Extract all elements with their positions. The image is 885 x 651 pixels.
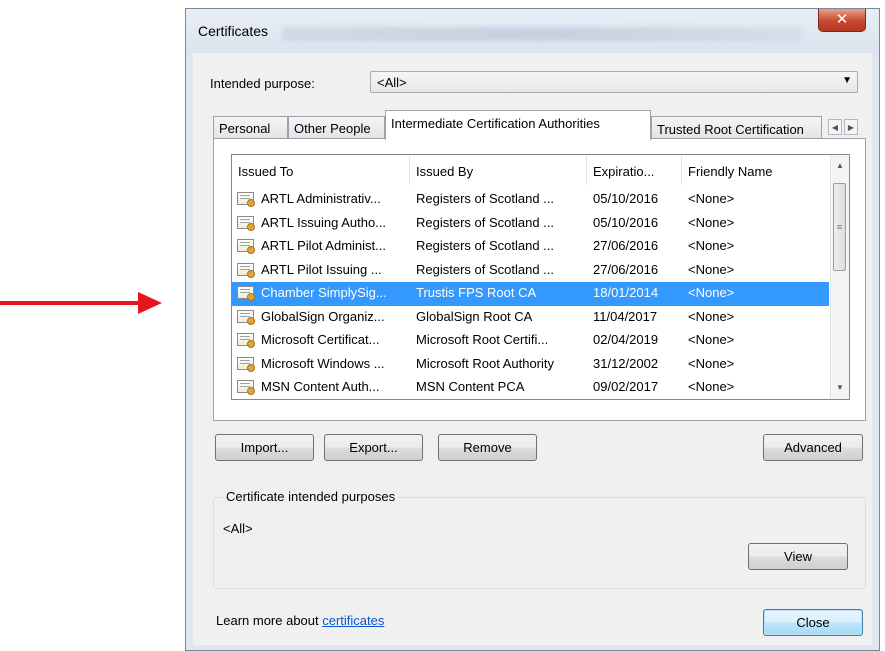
cell-issued-by: Trustis FPS Root CA xyxy=(416,285,537,300)
tab-scroll-right-icon[interactable]: ▶ xyxy=(844,119,858,135)
cell-issued-to: ARTL Pilot Issuing ... xyxy=(261,261,382,277)
cell-expiration: 09/02/2017 xyxy=(593,379,659,394)
certificate-icon xyxy=(237,262,255,278)
certificate-icon xyxy=(237,192,255,207)
column-header-issued-to[interactable]: Issued To xyxy=(232,155,410,185)
tab-intermediate-certification-authorities[interactable]: Intermediate Certification Authorities xyxy=(385,110,651,140)
cell-issued-to: Microsoft Certificat... xyxy=(261,332,380,347)
intended-purposes-title: Certificate intended purposes xyxy=(223,489,399,504)
cell-issued-by: Microsoft Root Certifi... xyxy=(416,332,549,347)
cell-issued-to: ARTL Pilot Administ... xyxy=(261,238,386,253)
view-button[interactable]: View xyxy=(748,543,848,570)
red-arrow-head-icon xyxy=(138,292,162,314)
intended-purpose-label: Intended purpose: xyxy=(210,76,315,91)
column-header-friendly-name[interactable]: Friendly Name xyxy=(682,155,829,185)
table-row[interactable]: Microsoft Windows ... Microsoft Root Aut… xyxy=(232,353,829,377)
tab-other-people[interactable]: Other People xyxy=(288,116,385,138)
cell-issued-by: Registers of Scotland ... xyxy=(416,191,555,206)
tab-personal[interactable]: Personal xyxy=(213,116,288,138)
cell-friendly-name: <None> xyxy=(688,285,735,300)
certificate-icon xyxy=(237,309,255,325)
certificates-dialog: Certificates ✕ Intended purpose: <All> ▼… xyxy=(185,8,880,651)
cell-issued-to: ARTL Administrativ... xyxy=(261,191,381,206)
close-button[interactable]: Close xyxy=(763,609,863,636)
tab-trusted-root-certification[interactable]: Trusted Root Certification xyxy=(651,116,822,138)
cell-expiration: 11/04/2017 xyxy=(593,308,658,324)
cell-issued-to: GlobalSign Organiz... xyxy=(261,308,385,324)
cell-expiration: 05/10/2016 xyxy=(593,214,659,230)
learn-more-prefix: Learn more about xyxy=(216,613,323,628)
cell-expiration: 27/06/2016 xyxy=(593,238,659,253)
cell-expiration: 02/04/2019 xyxy=(593,332,659,347)
certificate-icon xyxy=(237,239,255,254)
tab-panel: Issued To Issued By Expiratio... Friendl… xyxy=(213,138,866,421)
dialog-title: Certificates xyxy=(198,23,269,39)
cell-friendly-name: <None> xyxy=(688,214,735,230)
intended-purpose-select[interactable]: <All> ▼ xyxy=(370,71,858,93)
certificate-icon xyxy=(237,333,255,348)
table-row[interactable]: GlobalSign Organiz... GlobalSign Root CA… xyxy=(232,306,829,330)
cell-friendly-name: <None> xyxy=(688,332,735,347)
import-button[interactable]: Import... xyxy=(215,434,314,461)
cell-friendly-name: <None> xyxy=(688,191,735,206)
table-row[interactable]: ARTL Pilot Administ... Registers of Scot… xyxy=(232,235,829,259)
intended-purposes-value: <All> xyxy=(223,521,253,536)
dialog-content: Intended purpose: <All> ▼ Personal Other… xyxy=(193,53,872,645)
cell-issued-by: GlobalSign Root CA xyxy=(416,308,533,324)
certificates-link[interactable]: certificates xyxy=(322,613,384,628)
list-rows: ARTL Administrativ... Registers of Scotl… xyxy=(232,188,829,399)
intended-purpose-value: <All> xyxy=(377,75,407,90)
table-row[interactable]: MSN Content Auth... MSN Content PCA 09/0… xyxy=(232,376,829,399)
cell-friendly-name: <None> xyxy=(688,261,735,277)
column-header-expiration[interactable]: Expiratio... xyxy=(587,155,682,185)
table-row[interactable]: ARTL Pilot Issuing ... Registers of Scot… xyxy=(232,259,829,283)
cell-friendly-name: <None> xyxy=(688,238,735,253)
advanced-button[interactable]: Advanced xyxy=(763,434,863,461)
certificate-icon xyxy=(237,380,255,395)
certificate-list[interactable]: Issued To Issued By Expiratio... Friendl… xyxy=(231,154,850,400)
vertical-scrollbar[interactable]: ▲ ≡ ▼ xyxy=(830,155,849,399)
learn-more-text: Learn more about certificates xyxy=(216,613,384,628)
column-header-issued-by[interactable]: Issued By xyxy=(410,155,587,185)
cell-friendly-name: <None> xyxy=(688,308,735,324)
scroll-down-icon[interactable]: ▼ xyxy=(833,381,847,395)
chevron-down-icon: ▼ xyxy=(842,75,852,86)
title-bar: Certificates ✕ xyxy=(186,9,879,53)
scroll-up-icon[interactable]: ▲ xyxy=(833,159,847,173)
cell-expiration: 18/01/2014 xyxy=(593,285,659,300)
cell-issued-by: Registers of Scotland ... xyxy=(416,261,555,277)
red-arrow-icon xyxy=(0,301,140,305)
certificate-icon xyxy=(237,286,255,301)
background-tabs-blur xyxy=(282,27,802,41)
cell-issued-by: Microsoft Root Authority xyxy=(416,355,554,371)
certificate-icon xyxy=(237,215,255,231)
cell-issued-to: MSN Content Auth... xyxy=(261,379,380,394)
table-row-selected[interactable]: Chamber SimplySig... Trustis FPS Root CA… xyxy=(232,282,829,306)
table-row[interactable]: Microsoft Certificat... Microsoft Root C… xyxy=(232,329,829,353)
scroll-thumb[interactable]: ≡ xyxy=(833,183,846,271)
cell-issued-by: MSN Content PCA xyxy=(416,379,525,394)
cell-expiration: 27/06/2016 xyxy=(593,261,659,277)
tab-scroll-left-icon[interactable]: ◀ xyxy=(828,119,842,135)
export-button[interactable]: Export... xyxy=(324,434,423,461)
cell-issued-by: Registers of Scotland ... xyxy=(416,238,555,253)
cell-expiration: 05/10/2016 xyxy=(593,191,659,206)
list-header: Issued To Issued By Expiratio... Friendl… xyxy=(232,155,829,185)
cell-issued-by: Registers of Scotland ... xyxy=(416,214,555,230)
cell-friendly-name: <None> xyxy=(688,379,735,394)
close-x-icon[interactable]: ✕ xyxy=(818,9,866,32)
certificate-icon xyxy=(237,356,255,372)
cell-friendly-name: <None> xyxy=(688,355,735,371)
table-row[interactable]: ARTL Administrativ... Registers of Scotl… xyxy=(232,188,829,212)
table-row[interactable]: ARTL Issuing Autho... Registers of Scotl… xyxy=(232,212,829,236)
cell-issued-to: Microsoft Windows ... xyxy=(261,355,385,371)
cell-expiration: 31/12/2002 xyxy=(593,355,659,371)
cell-issued-to: ARTL Issuing Autho... xyxy=(261,214,387,230)
cell-issued-to: Chamber SimplySig... xyxy=(261,285,387,300)
remove-button[interactable]: Remove xyxy=(438,434,537,461)
